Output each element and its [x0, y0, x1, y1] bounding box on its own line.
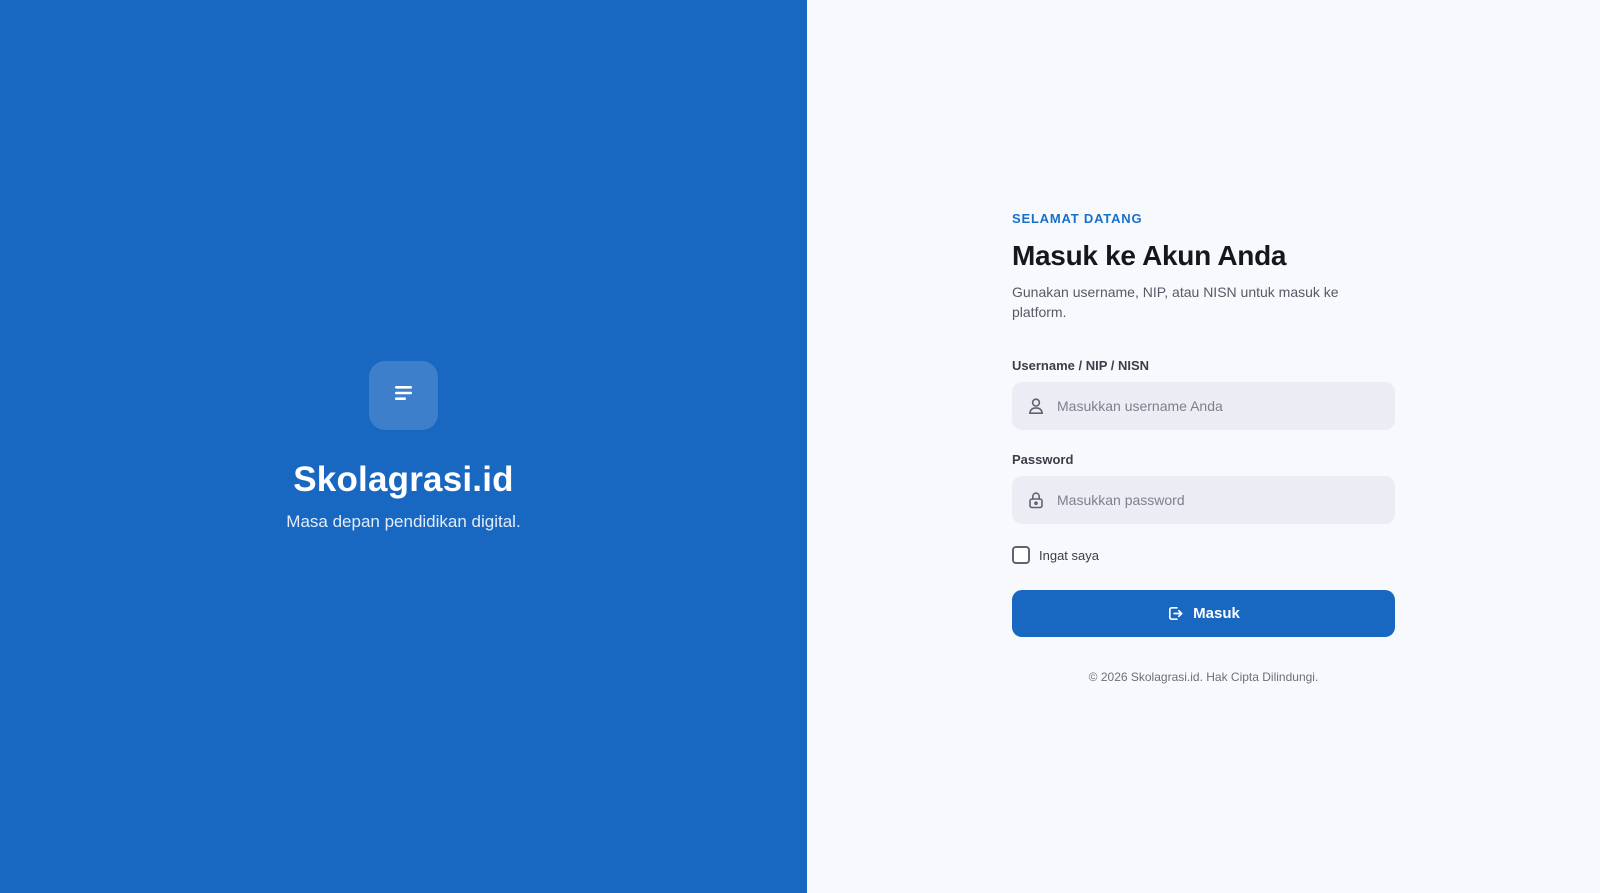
login-icon [1167, 605, 1184, 622]
username-label: Username / NIP / NISN [1012, 358, 1150, 373]
password-field-box[interactable] [1012, 476, 1395, 524]
brand-panel: Skolagrasi.id Masa depan pendidikan digi… [0, 0, 807, 893]
username-field-box[interactable] [1012, 382, 1395, 430]
login-panel: SELAMAT DATANG Masuk ke Akun Anda Gunaka… [807, 0, 1600, 893]
remember-label[interactable]: Ingat saya [1039, 548, 1099, 563]
page-subtitle: Gunakan username, NIP, atau NISN untuk m… [1012, 284, 1339, 320]
login-form: SELAMAT DATANG Masuk ke Akun Anda Gunaka… [1012, 211, 1395, 684]
remember-row: Ingat saya [1012, 546, 1395, 564]
login-button-label: Masuk [1193, 605, 1240, 622]
brand-name: Skolagrasi.id [293, 460, 514, 499]
brand-logo [369, 361, 438, 430]
remember-checkbox[interactable] [1012, 546, 1030, 564]
password-label: Password [1012, 452, 1074, 467]
user-icon [1026, 396, 1046, 416]
username-input[interactable] [1057, 382, 1395, 430]
welcome-eyebrow: SELAMAT DATANG [1012, 211, 1143, 226]
menu-lines-icon [394, 385, 414, 406]
lock-icon [1026, 490, 1046, 510]
copyright-footer: © 2026 Skolagrasi.id. Hak Cipta Dilindun… [1088, 670, 1319, 684]
password-input[interactable] [1057, 476, 1395, 524]
brand-tagline: Masa depan pendidikan digital. [286, 512, 521, 531]
page-title: Masuk ke Akun Anda [1012, 240, 1287, 271]
login-button[interactable]: Masuk [1012, 590, 1395, 637]
